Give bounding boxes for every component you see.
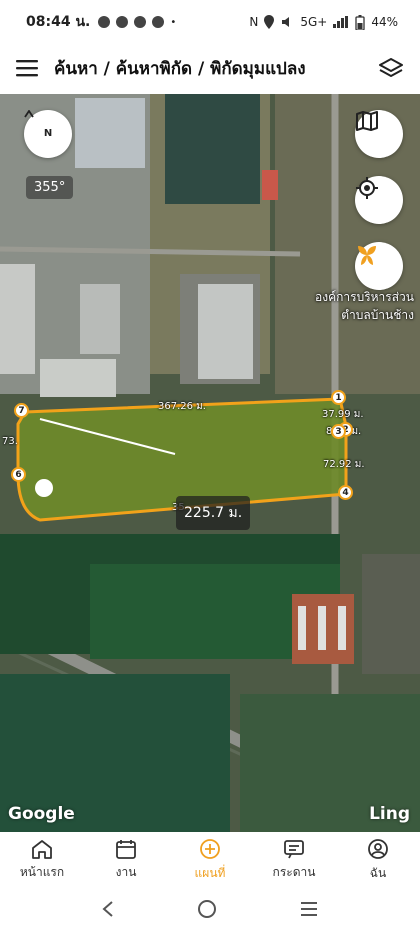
recents-icon[interactable] xyxy=(299,901,319,917)
map-icon xyxy=(356,111,378,131)
home-circle-icon[interactable] xyxy=(197,899,217,919)
user-icon xyxy=(368,838,388,859)
bearing-readout: 355° xyxy=(26,176,74,199)
facebook-icon xyxy=(152,16,165,28)
nav-home[interactable]: หน้าแรก xyxy=(0,834,84,886)
corner-point-6[interactable]: 6 xyxy=(11,467,26,482)
screen: 08:44 น. • N 5G+ 44% ค้นหา / ค้นหาพิกัด … xyxy=(0,0,420,932)
board-icon xyxy=(284,839,304,858)
hamburger-menu-icon[interactable] xyxy=(16,59,38,77)
nav-board[interactable]: กระดาน xyxy=(252,834,336,886)
nav-tasks-label: งาน xyxy=(115,864,137,879)
status-bar: 08:44 น. • N 5G+ 44% xyxy=(0,0,420,44)
status-right: N 5G+ 44% xyxy=(249,14,398,30)
measurement-readout: 225.7 ม. xyxy=(176,496,251,530)
calendar-icon xyxy=(116,839,136,859)
more-dot-icon: • xyxy=(170,16,177,28)
network-type: 5G+ xyxy=(300,15,328,29)
nav-board-label: กระดาน xyxy=(272,864,316,879)
battery-icon xyxy=(355,14,365,30)
map-button[interactable] xyxy=(355,110,403,158)
app-header: ค้นหา / ค้นหาพิกัด / พิกัดมุมแปลง xyxy=(0,44,420,92)
compass-label: N xyxy=(43,128,53,139)
poi-label: องค์การบริหารส่วน ตำบลบ้านช้าง xyxy=(315,288,414,324)
compass-button[interactable]: N xyxy=(24,110,72,158)
battery-level: 44% xyxy=(371,15,398,29)
corner-point-3[interactable]: 3 xyxy=(331,424,346,439)
my-location-button[interactable] xyxy=(355,176,403,224)
status-time: 08:44 น. xyxy=(26,14,91,30)
corner-point-7[interactable]: 7 xyxy=(14,403,29,418)
map-corner-label: Ling xyxy=(369,804,410,824)
poi-line-1: องค์การบริหารส่วน xyxy=(315,290,414,304)
nav-home-label: หน้าแรก xyxy=(19,864,65,879)
notification-icon xyxy=(116,16,129,28)
layers-icon[interactable] xyxy=(378,57,404,79)
volume-icon xyxy=(282,17,290,27)
bottom-nav: หน้าแรก งาน แผนที่ กระดาน ฉัน xyxy=(0,834,420,886)
system-nav-bar xyxy=(0,886,420,932)
nav-me-label: ฉัน xyxy=(369,865,387,880)
distance-right-3: 72.92 ม. xyxy=(323,459,365,470)
north-arrow-icon xyxy=(24,110,34,118)
gps-target-icon xyxy=(356,177,378,199)
signal-icon xyxy=(333,16,349,28)
poi-line-2: ตำบลบ้านช้าง xyxy=(341,308,414,322)
corner-point-1[interactable]: 1 xyxy=(331,390,346,405)
distance-left: 73. xyxy=(2,436,18,447)
app-icon xyxy=(134,16,147,28)
distance-right-1: 37.99 ม. xyxy=(322,409,364,420)
google-attribution: Google xyxy=(8,804,75,824)
map-plus-icon xyxy=(200,838,220,859)
notification-icons: • xyxy=(98,16,176,28)
satellite-map[interactable]: N 355° องค์การบริหารส่วน ตำบลบ้านช้าง 36… xyxy=(0,94,420,832)
nav-me[interactable]: ฉัน xyxy=(336,834,420,886)
nfc-icon: N xyxy=(249,15,259,29)
plot-tool-button[interactable] xyxy=(355,242,403,290)
breadcrumb: ค้นหา / ค้นหาพิกัด / พิกัดมุมแปลง xyxy=(54,58,306,79)
distance-top: 367.26 ม. xyxy=(158,401,206,412)
nav-map[interactable]: แผนที่ xyxy=(168,834,252,886)
line-app-icon xyxy=(98,16,111,28)
nav-tasks[interactable]: งาน xyxy=(84,834,168,886)
back-icon[interactable] xyxy=(101,900,115,918)
nav-map-label: แผนที่ xyxy=(194,865,226,880)
home-icon xyxy=(32,839,52,859)
location-icon xyxy=(264,15,275,29)
corner-point-4[interactable]: 4 xyxy=(338,485,353,500)
leaf-pin-icon xyxy=(358,246,376,265)
